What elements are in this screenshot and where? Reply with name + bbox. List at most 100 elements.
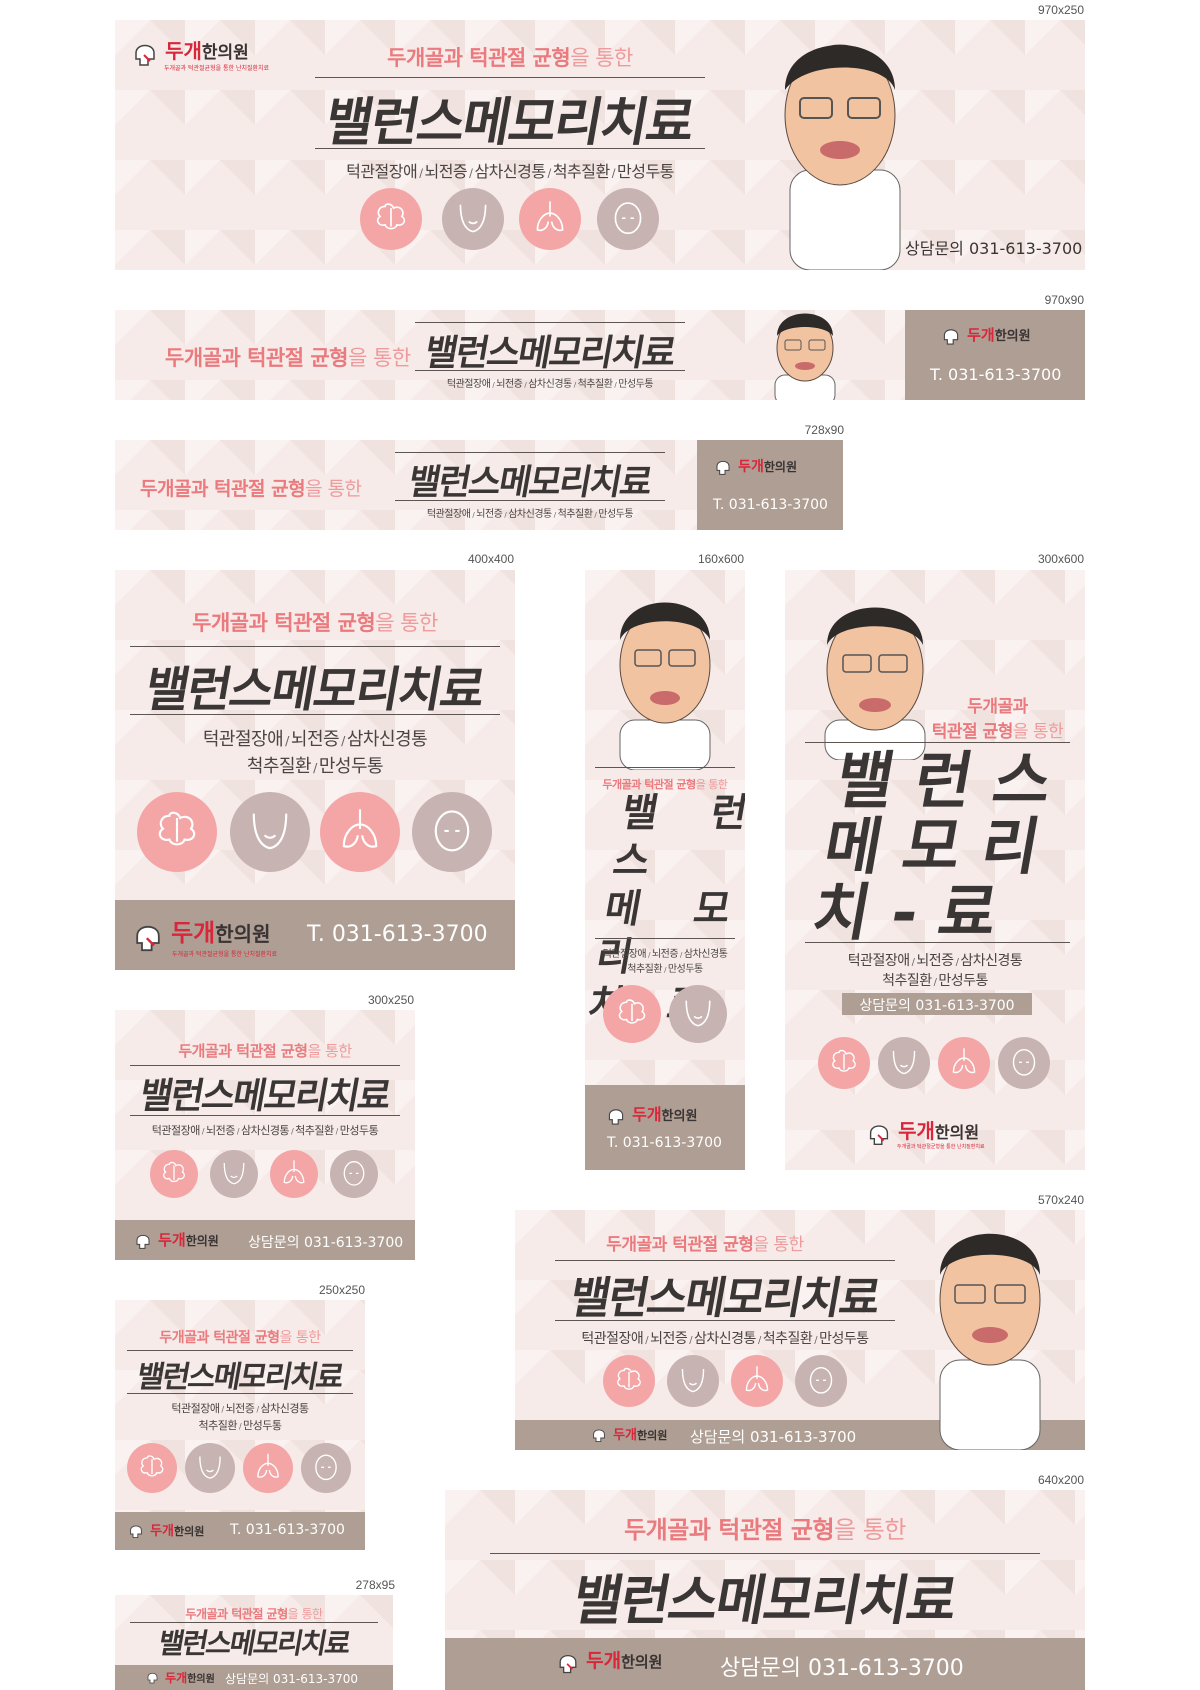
divider xyxy=(595,938,735,939)
doctor-illustration xyxy=(939,1233,1041,1450)
consult-phone: 상담문의 031-613-3700 xyxy=(859,998,1015,1014)
divider xyxy=(127,1350,353,1351)
doctor-illustration xyxy=(619,602,711,770)
brain-icon xyxy=(360,188,422,250)
conditions-line: 턱관절장애 / 뇌전증 / 삼차신경통 xyxy=(202,729,428,750)
banner-970x250[interactable]: 두개한의원 두개골과 턱관절균형을 통한 난치질환치료 두개골과 턱관절 균형을… xyxy=(115,20,1085,270)
headline-title: 밸런스메모리치료 xyxy=(133,1360,345,1395)
lungs-icon xyxy=(320,792,400,872)
contact-bar: 두개한의원 상담문의 031-613-3700 xyxy=(115,1220,415,1260)
headline-sub: 두개골과 턱관절 균형을 통한 xyxy=(192,611,438,635)
headline-sub: 두개골과 턱관절 균형을 통한 xyxy=(165,346,411,370)
banner-278x95[interactable]: 두개골과 턱관절 균형을 통한 밸런스메모리치료 두개한의원 상담문의 031-… xyxy=(115,1595,393,1690)
jaw-icon xyxy=(442,188,504,250)
banner-250x250[interactable]: 두개골과 턱관절 균형을 통한 밸런스메모리치료 턱관절장애 / 뇌전증 / 삼차신경통… xyxy=(115,1300,365,1550)
brand-name-red: 두개 xyxy=(165,39,202,63)
skull-icon xyxy=(869,1124,889,1145)
divider xyxy=(315,77,705,78)
conditions-line: 턱관절장애 / 뇌전증 / 삼차신경통 / 척추질환 / 만성두통 xyxy=(346,162,674,181)
conditions-line: 턱관절장애 / 뇌전증 / 삼차신경통 / 척추질환 / 만성두통 xyxy=(151,1124,379,1137)
size-label: 278x95 xyxy=(355,1578,395,1592)
conditions-line: 턱관절장애 / 뇌전증 / 삼차신경통 xyxy=(602,949,728,960)
head-icon xyxy=(795,1355,847,1407)
divider xyxy=(395,500,665,501)
headline-title: 밸런스메모리치료 xyxy=(136,1076,393,1117)
consult-phone: 상담문의 031-613-3700 xyxy=(225,1672,358,1686)
divider xyxy=(415,370,685,371)
headline-sub: 두개골과 턱관절 균형을 통한 xyxy=(931,697,1064,742)
divider xyxy=(805,742,1070,743)
skull-icon xyxy=(593,1428,605,1442)
banner-640x200[interactable]: 두개골과 턱관절 균형을 통한 밸런스메모리치료 두개한의원 상담문의 031-… xyxy=(445,1490,1085,1690)
brand-logo: 두개한의원 두개골과 턱관절균형을 통한 난치질환치료 xyxy=(865,1115,985,1150)
skull-icon xyxy=(608,1108,624,1125)
consult-phone: 상담문의 031-613-3700 xyxy=(905,239,1083,258)
divider xyxy=(130,1065,400,1066)
contact-bar: 두개한의원 두개골과 턱관절균형을 통한 난치질환치료 T. 031-613-3… xyxy=(115,900,515,970)
divider xyxy=(395,452,665,453)
head-icon xyxy=(412,792,492,872)
doctor-illustration xyxy=(784,44,901,270)
skull-icon xyxy=(130,1524,142,1538)
headline-sub: 두개골과 턱관절 균형을 통한 xyxy=(178,1042,352,1060)
conditions-line: 척추질환 / 만성두통 xyxy=(246,756,384,777)
headline-title: 밸런스메모리치료 xyxy=(405,463,654,503)
divider xyxy=(555,1260,895,1261)
consult-phone: 상담문의 031-613-3700 xyxy=(720,1656,964,1681)
brand-logo: 두개한의원 xyxy=(605,1101,697,1127)
size-label: 970x250 xyxy=(1037,3,1084,17)
size-label: 640x200 xyxy=(1037,1473,1084,1487)
brain-icon xyxy=(603,985,661,1043)
headline-sub: 두개골과 턱관절 균형을 통한 xyxy=(185,1607,323,1621)
jaw-icon xyxy=(669,985,727,1043)
skull-icon xyxy=(147,1672,158,1684)
brand-logo: 두개한의원 xyxy=(127,1520,204,1540)
headline-title: 밸런스메모리치료 xyxy=(421,333,678,374)
head-icon xyxy=(998,1037,1050,1089)
banner-970x90[interactable]: 두개골과 턱관절 균형을 통한 밸런스메모리치료 턱관절장애 / 뇌전증 / 삼차신경통… xyxy=(115,310,1085,400)
lungs-icon xyxy=(519,188,581,250)
brain-icon xyxy=(137,792,217,872)
brand-logo: 두개한의원 xyxy=(940,324,1031,347)
brand-logo: 두개한의원 xyxy=(555,1646,662,1676)
divider xyxy=(805,942,1070,943)
divider xyxy=(595,767,735,768)
brand-tagline: 두개골과 턱관절균형을 통한 난치질환치료 xyxy=(164,64,270,72)
contact-bar: 두개한의원 T. 031-613-3700 xyxy=(115,1512,365,1550)
divider xyxy=(555,1320,895,1321)
banner-160x600[interactable]: 두개골과 턱관절 균형을 통한 밸 런 스메 모 리치 - 료 턱관절장애/뇌전… xyxy=(585,570,745,1170)
banner-570x240[interactable]: 두개골과 턱관절 균형을 통한 밸런스메모리치료 턱관절장애 / 뇌전증 / 삼차신경통… xyxy=(515,1210,1085,1450)
head-icon xyxy=(301,1443,351,1493)
headline-sub: 두개골과 턱관절 균형을 통한 xyxy=(606,1235,804,1255)
banner-728x90[interactable]: 두개골과 턱관절 균형을 통한 밸런스메모리치료 턱관절장애 / 뇌전증 / 삼차신경통… xyxy=(115,440,843,530)
skull-icon xyxy=(136,925,160,951)
conditions-line: 턱관절장애 / 뇌전증 / 삼차신경통 / 척추질환 / 만성두통 xyxy=(426,509,634,520)
banner-300x600[interactable]: 두개골과 턱관절 균형을 통한 밸 런 스메 모 리치 - 료 턱관절장애 / 뇌전… xyxy=(785,570,1085,1170)
contact-bar: 두개한의원 T. 031-613-3700 xyxy=(905,310,1085,400)
banner-300x250[interactable]: 두개골과 턱관절 균형을 통한 밸런스메모리치료 턱관절장애 / 뇌전증 / 삼차신경통… xyxy=(115,1010,415,1260)
brain-icon xyxy=(603,1355,655,1407)
jaw-icon xyxy=(878,1037,930,1089)
headline-sub: 두개골과 턱관절 균형을 통한 xyxy=(159,1330,321,1346)
lungs-icon xyxy=(270,1150,318,1198)
conditions-line: 턱관절장애 / 뇌전증 / 삼차신경통 / 척추질환 / 만성두통 xyxy=(446,379,654,390)
brand-logo: 두개한의원 두개골과 턱관절균형을 통한 난치질환치료 xyxy=(130,35,269,72)
conditions-line: 턱관절장애 / 뇌전증 / 삼차신경통 / 척추질환 / 만성두통 xyxy=(581,1331,869,1347)
size-label: 160x600 xyxy=(697,552,744,566)
headline-title: 밸런스메모리치료 xyxy=(565,1273,883,1324)
contact-bar: 두개한의원 T. 031-613-3700 xyxy=(697,440,843,530)
skull-icon xyxy=(136,1234,150,1249)
brain-icon xyxy=(127,1443,177,1493)
headline-title: 밸런스메모리치료 xyxy=(320,93,698,153)
divider xyxy=(130,714,500,715)
skull-icon xyxy=(135,44,155,66)
lungs-icon xyxy=(731,1355,783,1407)
brand-logo: 두개한의원 xyxy=(133,1229,219,1251)
contact-bar: 두개한의원 상담문의 031-613-3700 xyxy=(445,1638,1085,1690)
banner-400x400[interactable]: 두개골과 턱관절 균형을 통한 밸런스메모리치료 턱관절장애 / 뇌전증 / 삼차신경통… xyxy=(115,570,515,970)
phone-number: T. 031-613-3700 xyxy=(930,365,1062,384)
headline-sub: 두개골과 턱관절 균형을 통한 xyxy=(387,46,633,70)
brain-icon xyxy=(150,1150,198,1198)
brand-logo: 두개한의원 xyxy=(590,1424,667,1444)
headline-sub: 두개골과 턱관절 균형을 통한 xyxy=(140,478,362,500)
